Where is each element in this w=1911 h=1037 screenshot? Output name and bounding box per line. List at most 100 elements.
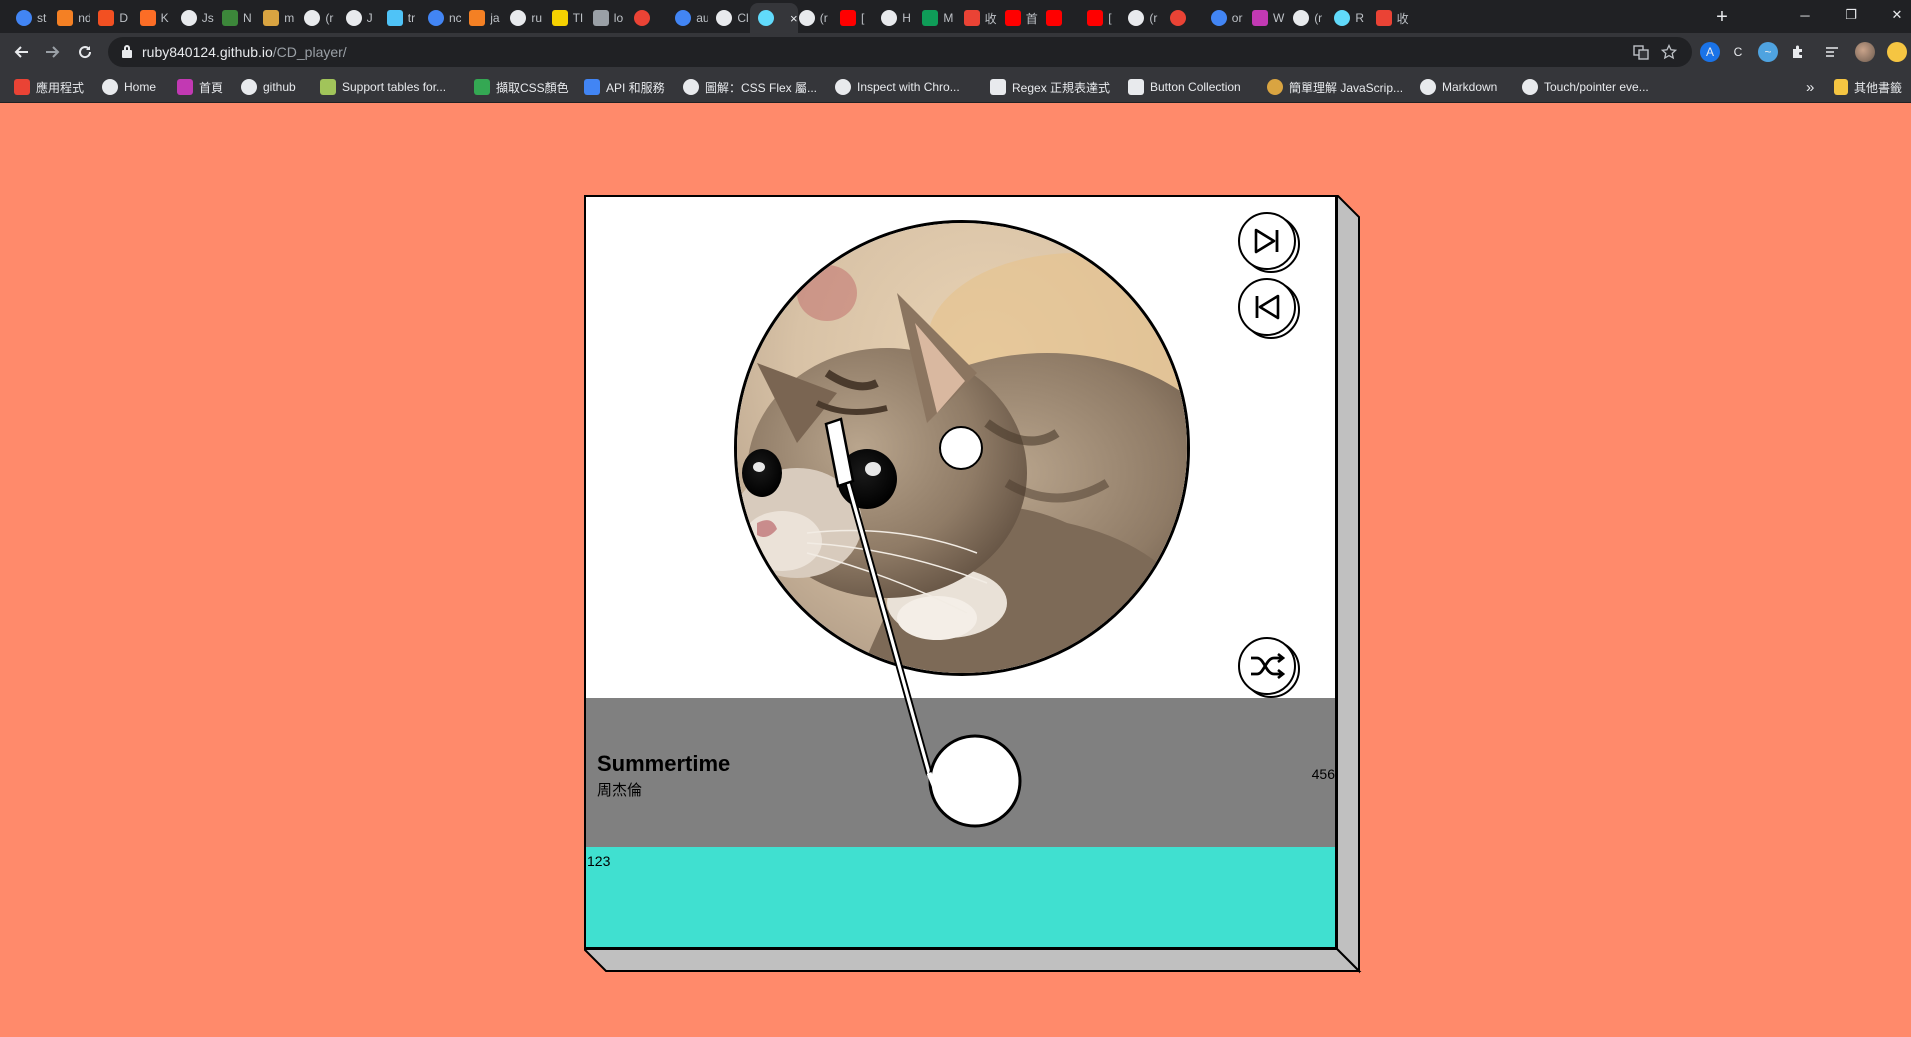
browser-tab[interactable]: or <box>1203 3 1244 33</box>
bookmark-item[interactable]: 應用程式 <box>14 78 84 96</box>
shuffle-button[interactable] <box>1238 637 1300 699</box>
gear-icon <box>304 10 321 26</box>
star-icon[interactable] <box>1660 43 1678 61</box>
browser-tab[interactable]: (r <box>1120 3 1161 33</box>
browser-tab[interactable]: 收 <box>956 3 997 33</box>
forward-button[interactable] <box>41 40 65 64</box>
youtube-icon <box>1046 10 1062 26</box>
browser-tab[interactable]: ja <box>461 3 502 33</box>
browser-tab[interactable]: lo <box>585 3 626 33</box>
tab-title: W <box>1273 11 1285 25</box>
browser-tab[interactable]: [ <box>1079 3 1120 33</box>
tonearm-pivot[interactable] <box>928 734 1022 828</box>
bookmark-item[interactable]: 首頁 <box>177 78 223 96</box>
extension-c-icon[interactable]: C <box>1728 42 1748 62</box>
tab-title: [ <box>1108 11 1112 25</box>
bookmark-item[interactable]: Support tables for... <box>320 78 446 96</box>
browser-tab[interactable]: K <box>132 3 173 33</box>
tab-title: m <box>284 11 295 25</box>
menu-dot-icon[interactable] <box>1887 42 1907 62</box>
progress-bar[interactable]: 123 <box>586 847 1335 947</box>
folder-icon <box>1834 79 1848 95</box>
browser-tab[interactable]: ru <box>502 3 543 33</box>
tab-title: 首 <box>1025 11 1038 26</box>
translate-icon[interactable] <box>1632 43 1650 61</box>
browser-tab[interactable]: W <box>1244 3 1285 33</box>
browser-tab[interactable]: TI <box>544 3 585 33</box>
back-button[interactable] <box>9 40 33 64</box>
bookmark-item[interactable]: Inspect with Chro... <box>835 78 960 96</box>
g-icon <box>474 79 490 95</box>
tab-title: 收 <box>1396 11 1409 26</box>
browser-tab[interactable]: 首 <box>997 3 1038 33</box>
browser-tab[interactable]: J <box>338 3 379 33</box>
more-bookmarks-button[interactable]: » <box>1806 78 1814 96</box>
browser-tab[interactable] <box>626 3 667 33</box>
bookmark-item[interactable]: Button Collection <box>1128 78 1241 96</box>
url-text[interactable]: ruby840124.github.io/CD_player/ <box>142 44 347 60</box>
elapsed-time: 123 <box>587 853 611 869</box>
other-bookmarks-folder[interactable]: 其他書籤 <box>1834 78 1902 96</box>
skip-next-icon <box>1254 228 1279 254</box>
bookmark-item[interactable]: Touch/pointer eve... <box>1522 78 1649 96</box>
browser-tab[interactable]: m <box>255 3 296 33</box>
bookmark-item[interactable]: Regex 正規表達式 <box>990 78 1110 96</box>
next-track-button[interactable] <box>1238 212 1300 274</box>
tab-title: (r <box>325 11 334 25</box>
tab-strip: st nd D K Js Nm (r Jtr nc ja ru TI lo au Cl × (r[H M 收首[(r… <box>0 0 1911 33</box>
url-path: /CD_player/ <box>272 44 347 60</box>
song-artist: 周杰倫 <box>597 782 643 799</box>
bookmark-item[interactable]: 擷取CSS顏色 <box>474 78 569 96</box>
bookmark-label: Regex 正規表達式 <box>1012 80 1111 95</box>
browser-tab[interactable]: Cl <box>708 3 749 33</box>
tab-title: Js <box>201 11 214 25</box>
bookmark-item[interactable]: github <box>241 78 296 96</box>
browser-tab[interactable] <box>1162 3 1203 33</box>
browser-tab[interactable]: au <box>667 3 708 33</box>
browser-tab[interactable]: N <box>214 3 255 33</box>
bookmark-label: Inspect with Chro... <box>857 80 960 94</box>
browser-tab[interactable]: 收 <box>1368 3 1409 33</box>
browser-tab[interactable]: (r <box>296 3 337 33</box>
previous-track-button[interactable] <box>1238 278 1300 340</box>
globe-icon <box>683 79 699 95</box>
reading-list-icon[interactable] <box>1822 42 1842 62</box>
browser-tab[interactable]: D <box>90 3 131 33</box>
browser-tab[interactable]: M <box>914 3 955 33</box>
bookmark-item[interactable]: 簡單理解 JavaScrip... <box>1267 78 1403 96</box>
browser-tab[interactable]: H <box>873 3 914 33</box>
browser-tab[interactable]: R <box>1326 3 1367 33</box>
browser-tab[interactable]: nd <box>49 3 90 33</box>
browser-tab[interactable]: nc <box>420 3 461 33</box>
browser-tab[interactable]: (r <box>1285 3 1326 33</box>
tab-title: Cl <box>737 11 749 25</box>
browser-tab[interactable]: Js <box>173 3 214 33</box>
browser-tab[interactable]: [ <box>832 3 873 33</box>
extension-icon[interactable]: A <box>1700 42 1720 62</box>
browser-tab[interactable]: (r <box>791 3 832 33</box>
reload-button[interactable] <box>73 40 97 64</box>
extension-wave-icon[interactable]: ~ <box>1758 42 1778 62</box>
close-window-button[interactable]: ✕ <box>1874 0 1911 30</box>
arrow-right-icon <box>46 46 60 58</box>
bookmark-item[interactable]: Markdown <box>1420 78 1497 96</box>
browser-tab[interactable]: st <box>8 3 49 33</box>
disc-center-hole <box>939 426 983 470</box>
tab-title: tr <box>407 11 416 25</box>
browser-tab[interactable] <box>1038 3 1079 33</box>
bookmark-item[interactable]: Home <box>102 78 156 96</box>
bookmark-item[interactable]: API 和服務 <box>584 78 665 96</box>
tab-title: nc <box>449 11 461 25</box>
caniuse-icon <box>320 79 336 95</box>
address-bar[interactable]: ruby840124.github.io/CD_player/ <box>108 37 1692 67</box>
restore-window-button[interactable]: ❐ <box>1828 0 1874 30</box>
avatar[interactable] <box>1855 42 1875 62</box>
new-tab-button[interactable]: + <box>1708 3 1736 31</box>
tab-title: [ <box>861 11 865 25</box>
browser-tab[interactable]: tr <box>379 3 420 33</box>
puzzle-icon[interactable] <box>1788 42 1808 62</box>
tab-title: R <box>1355 11 1365 25</box>
minimize-window-button[interactable]: ─ <box>1782 0 1828 30</box>
bookmark-item[interactable]: 圖解：CSS Flex 屬... <box>683 78 817 96</box>
google-icon <box>16 10 32 26</box>
